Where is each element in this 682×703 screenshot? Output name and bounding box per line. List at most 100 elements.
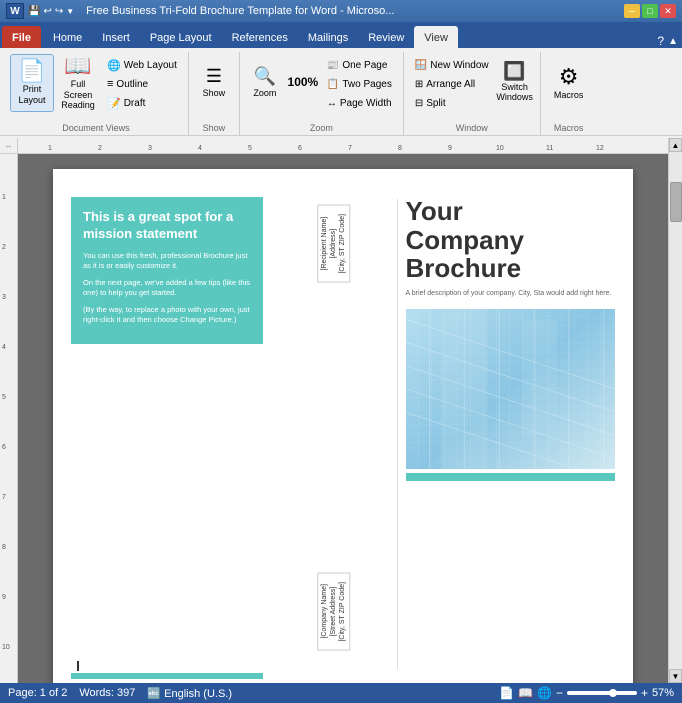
language-text: English (U.S.) bbox=[164, 688, 232, 700]
language-indicator: 🔤 English (U.S.) bbox=[147, 687, 232, 700]
brochure-left-panel: This is a great spot for a mission state… bbox=[63, 189, 271, 679]
save-icon[interactable]: 💾 bbox=[28, 6, 40, 17]
show-content: ☰ Show bbox=[195, 52, 233, 121]
view-fullscreen-icon[interactable]: 📖 bbox=[518, 686, 533, 700]
mission-body: You can use this fresh, professional Bro… bbox=[83, 251, 251, 326]
brochure-right-panel: Your Company Brochure A brief descriptio… bbox=[398, 189, 623, 679]
outline-button[interactable]: ≡ Outline bbox=[102, 75, 182, 93]
body-text-2: On the next page, we've added a few tips… bbox=[83, 278, 251, 299]
recipient-address-line: [Address] bbox=[329, 214, 338, 274]
status-bar: Page: 1 of 2 Words: 397 🔤 English (U.S.)… bbox=[0, 683, 682, 703]
macros-group-label: Macros bbox=[547, 121, 591, 135]
ribbon-group-zoom: 🔍 Zoom 100% 📰 One Page 📋 Two Pages ↔ Pa bbox=[240, 52, 404, 135]
zoom-in-button[interactable]: + bbox=[641, 686, 648, 700]
print-layout-label: PrintLayout bbox=[18, 84, 45, 106]
zoom-content: 🔍 Zoom 100% 📰 One Page 📋 Two Pages ↔ Pa bbox=[246, 52, 397, 121]
draft-button[interactable]: 📝 Draft bbox=[102, 94, 182, 112]
close-button[interactable]: ✕ bbox=[660, 4, 676, 18]
redo-icon[interactable]: ↪ bbox=[55, 6, 63, 17]
tab-insert[interactable]: Insert bbox=[92, 26, 140, 48]
tab-page-layout[interactable]: Page Layout bbox=[140, 26, 222, 48]
sender-address: [Company Name] [Street Address] [City, S… bbox=[317, 573, 350, 651]
page-width-button[interactable]: ↔ Page Width bbox=[322, 94, 397, 112]
zoom-icon: 🔍 bbox=[254, 66, 276, 87]
ribbon: 📄 PrintLayout 📖 Full ScreenReading 🌐 Web… bbox=[0, 48, 682, 136]
view-print-icon[interactable]: 📄 bbox=[499, 686, 514, 700]
tab-view[interactable]: View bbox=[414, 26, 458, 48]
ruler-vertical: 1 2 3 4 5 6 7 8 9 10 bbox=[0, 154, 18, 683]
ribbon-collapse-icon[interactable]: ▲ bbox=[668, 36, 678, 47]
ruler-horizontal: 1 2 3 4 5 6 7 8 9 10 11 12 bbox=[18, 138, 682, 154]
zoom-out-button[interactable]: − bbox=[556, 686, 563, 700]
draft-label: Draft bbox=[124, 98, 146, 109]
ribbon-group-macros: ⚙ Macros Macros bbox=[541, 52, 597, 135]
help-minimize-icon[interactable]: ? bbox=[657, 34, 664, 48]
zoom-percent-button[interactable]: 100% bbox=[286, 54, 320, 110]
ribbon-tabs: File Home Insert Page Layout References … bbox=[0, 22, 682, 48]
minimize-button[interactable]: ─ bbox=[624, 4, 640, 18]
document-views-label: Document Views bbox=[10, 121, 182, 135]
right-panel-teal-bar bbox=[406, 473, 615, 481]
outline-icon: ≡ bbox=[107, 78, 113, 90]
page-indicator: Page: 1 of 2 bbox=[8, 687, 67, 700]
page-width-label: Page Width bbox=[340, 98, 392, 109]
web-layout-icon: 🌐 bbox=[107, 59, 121, 72]
zoom-slider-thumb[interactable] bbox=[609, 689, 617, 697]
tab-references[interactable]: References bbox=[222, 26, 298, 48]
arrange-all-icon: ⊞ bbox=[415, 79, 423, 90]
one-page-icon: 📰 bbox=[327, 60, 339, 71]
split-button[interactable]: ⊟ Split bbox=[410, 94, 494, 112]
new-window-button[interactable]: 🪟 New Window bbox=[410, 56, 494, 74]
ribbon-group-document-views: 📄 PrintLayout 📖 Full ScreenReading 🌐 Web… bbox=[4, 52, 189, 135]
arrange-all-button[interactable]: ⊞ Arrange All bbox=[410, 75, 494, 93]
tab-mailings[interactable]: Mailings bbox=[298, 26, 358, 48]
view-web-icon[interactable]: 🌐 bbox=[537, 686, 552, 700]
status-left: Page: 1 of 2 Words: 397 🔤 English (U.S.) bbox=[8, 687, 232, 700]
scroll-up-button[interactable]: ▲ bbox=[669, 138, 682, 152]
scroll-down-button[interactable]: ▼ bbox=[669, 669, 682, 683]
new-window-icon: 🪟 bbox=[415, 60, 427, 71]
doc-views-small: 🌐 Web Layout ≡ Outline 📝 Draft bbox=[102, 54, 182, 112]
page-width-icon: ↔ bbox=[327, 98, 337, 109]
tab-file[interactable]: File bbox=[2, 26, 41, 48]
switch-windows-button[interactable]: 🔲 SwitchWindows bbox=[496, 54, 534, 110]
full-screen-reading-button[interactable]: 📖 Full ScreenReading bbox=[56, 54, 100, 112]
teal-mission-box: This is a great spot for a mission state… bbox=[71, 197, 263, 344]
left-panel-bottom-bar bbox=[71, 673, 263, 679]
show-button[interactable]: ☰ Show bbox=[195, 54, 233, 110]
one-page-button[interactable]: 📰 One Page bbox=[322, 56, 397, 74]
maximize-button[interactable]: □ bbox=[642, 4, 658, 18]
web-layout-button[interactable]: 🌐 Web Layout bbox=[102, 56, 182, 74]
window-controls: ─ □ ✕ bbox=[624, 4, 676, 18]
window-buttons: 🪟 New Window ⊞ Arrange All ⊟ Split bbox=[410, 54, 494, 112]
title-text: Free Business Tri-Fold Brochure Template… bbox=[86, 5, 394, 17]
print-layout-button[interactable]: 📄 PrintLayout bbox=[10, 54, 54, 112]
switch-windows-icon: 🔲 bbox=[503, 61, 525, 82]
zoom-slider[interactable] bbox=[567, 691, 637, 695]
full-screen-label: Full ScreenReading bbox=[60, 79, 96, 111]
word-count: Words: 397 bbox=[79, 687, 135, 700]
web-layout-label: Web Layout bbox=[124, 60, 177, 71]
tab-home[interactable]: Home bbox=[43, 26, 92, 48]
title-bar: W 💾 ↩ ↪ ▼ Free Business Tri-Fold Brochur… bbox=[0, 0, 682, 22]
body-text-3: (By the way, to replace a photo with you… bbox=[83, 305, 251, 326]
customize-icon[interactable]: ▼ bbox=[66, 7, 74, 16]
scroll-thumb[interactable] bbox=[670, 182, 682, 222]
undo-icon[interactable]: ↩ bbox=[43, 6, 51, 17]
zoom-button[interactable]: 🔍 Zoom bbox=[246, 54, 284, 110]
show-group-label: Show bbox=[195, 121, 233, 135]
quick-access-toolbar: 💾 ↩ ↪ ▼ bbox=[28, 6, 74, 17]
print-layout-icon: 📄 bbox=[18, 60, 45, 82]
show-label: Show bbox=[203, 88, 226, 98]
word-icon: W bbox=[6, 3, 24, 19]
spell-check-icon[interactable]: 🔤 bbox=[147, 688, 161, 700]
recipient-address: [Recipient Name] [Address] [City, ST ZIP… bbox=[317, 205, 350, 283]
tab-review[interactable]: Review bbox=[358, 26, 414, 48]
scroll-track[interactable] bbox=[669, 152, 682, 669]
macros-button[interactable]: ⚙ Macros bbox=[547, 54, 591, 112]
scrollbar-vertical[interactable]: ▲ ▼ bbox=[668, 138, 682, 683]
two-pages-icon: 📋 bbox=[327, 79, 339, 90]
two-pages-button[interactable]: 📋 Two Pages bbox=[322, 75, 397, 93]
arrange-all-label: Arrange All bbox=[426, 79, 475, 90]
brochure-content: This is a great spot for a mission state… bbox=[53, 169, 633, 683]
